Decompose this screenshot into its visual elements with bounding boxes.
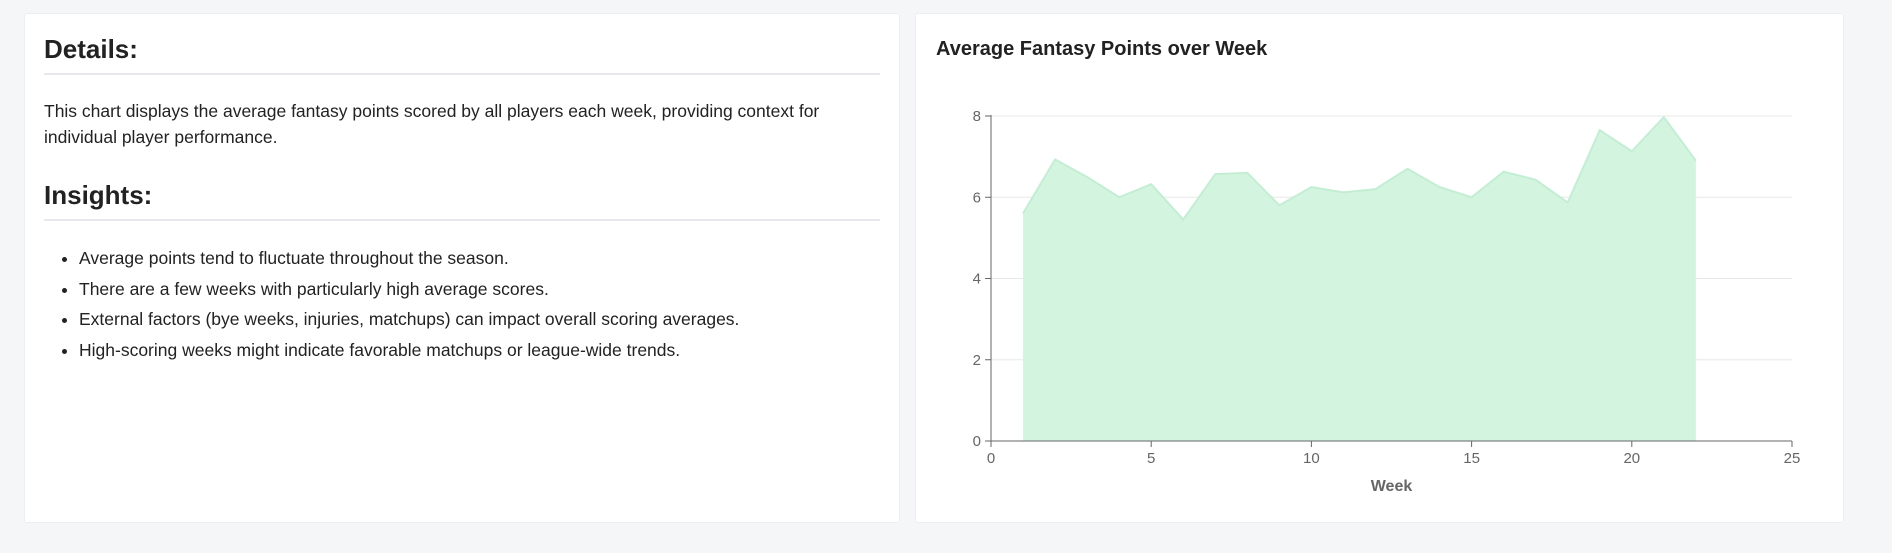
details-text: This chart displays the average fantasy …	[44, 101, 820, 147]
y-tick-label: 6	[973, 189, 981, 206]
insight-item: External factors (bye weeks, injuries, m…	[79, 304, 880, 335]
insights-list: Average points tend to fluctuate through…	[44, 243, 880, 365]
x-axis-label: Week	[1371, 478, 1413, 495]
x-tick-label: 15	[1463, 450, 1480, 467]
insights-heading: Insights:	[44, 180, 880, 221]
x-tick-label: 25	[1784, 450, 1801, 467]
area-series	[1023, 117, 1696, 441]
x-tick-label: 0	[987, 450, 995, 467]
insight-item: High-scoring weeks might indicate favora…	[79, 335, 880, 366]
x-tick-label: 10	[1303, 450, 1320, 467]
x-tick-label: 5	[1147, 450, 1155, 467]
y-tick-label: 8	[973, 108, 981, 125]
y-tick-label: 4	[973, 271, 981, 288]
details-heading: Details:	[44, 34, 880, 75]
area-chart: 0 2 4 6 8 0 5 10 15 20 25 Week	[973, 108, 1801, 495]
y-tick-label: 0	[973, 433, 981, 450]
chart-card: Average Fantasy Points over Week 0246805…	[915, 13, 1844, 523]
y-tick-label: 2	[973, 352, 981, 369]
insight-item: Average points tend to fluctuate through…	[79, 243, 880, 274]
x-tick-label: 20	[1623, 450, 1640, 467]
insight-item: There are a few weeks with particularly …	[79, 274, 880, 305]
details-card: Details: This chart displays the average…	[24, 13, 900, 523]
